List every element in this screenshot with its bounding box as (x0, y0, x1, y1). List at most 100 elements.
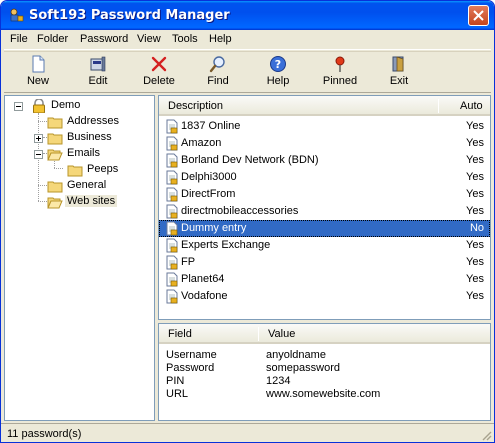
status-bar: 11 password(s) (1, 423, 494, 442)
close-button[interactable] (468, 5, 489, 26)
menu-file[interactable]: File (10, 33, 28, 45)
edit-icon (90, 56, 106, 72)
password-entry-icon (166, 119, 178, 134)
password-row[interactable]: directmobileaccessories Yes (159, 203, 490, 220)
tree-item-label: Business (67, 131, 112, 143)
details-panel: Field Value Username anyoldname Password so… (158, 323, 491, 421)
resize-grip-icon[interactable] (480, 429, 492, 441)
folder-icon (47, 133, 63, 145)
password-entry-icon (166, 238, 178, 253)
password-row[interactable]: Amazon Yes (159, 135, 490, 152)
row-description: 1837 Online (181, 120, 241, 132)
menu-help[interactable]: Help (209, 33, 232, 45)
detail-row: URL www.somewebsite.com (159, 388, 490, 401)
detail-field: PIN (166, 375, 185, 387)
password-entry-icon (166, 187, 178, 202)
column-description[interactable]: Description (168, 100, 223, 112)
password-row[interactable]: DirectFrom Yes (159, 186, 490, 203)
row-description: Experts Exchange (181, 239, 271, 251)
tree-item-general[interactable]: General (5, 178, 154, 194)
detail-value[interactable]: somepassword (266, 362, 340, 374)
tree-item-web-sites[interactable]: Web sites (5, 194, 154, 210)
menu-folder[interactable]: Folder (37, 33, 68, 45)
tree-item-label: General (67, 179, 107, 191)
password-row[interactable]: Dummy entry No (159, 220, 490, 237)
menu-view[interactable]: View (137, 33, 161, 45)
folder-icon (47, 117, 63, 129)
detail-value[interactable]: 1234 (266, 375, 290, 387)
password-row[interactable]: Planet64 Yes (159, 271, 490, 288)
password-row[interactable]: 1837 Online Yes (159, 118, 490, 135)
expand-icon[interactable] (34, 134, 43, 143)
row-auto: Yes (466, 154, 484, 166)
pin-icon (335, 56, 345, 72)
app-icon (10, 8, 24, 22)
detail-field: Username (166, 349, 217, 361)
row-description: Vodafone (181, 290, 228, 302)
tree-item-emails[interactable]: Emails (5, 146, 154, 162)
password-row[interactable]: Delphi3000 Yes (159, 169, 490, 186)
menu-bar: File Folder Password View Tools Help (4, 30, 491, 50)
toolbar: New Edit Delete Find ? Help Pinned Exit (4, 51, 491, 93)
row-auto: Yes (466, 239, 484, 251)
tree-item-business[interactable]: Business (5, 130, 154, 146)
tree-item-label: Emails (67, 147, 101, 159)
edit-button[interactable]: Edit (78, 54, 118, 90)
tree-item-label: Demo (51, 99, 81, 111)
detail-row: Username anyoldname (159, 349, 490, 362)
exit-button[interactable]: Exit (379, 54, 419, 90)
pinned-button[interactable]: Pinned (318, 54, 362, 90)
detail-value[interactable]: www.somewebsite.com (266, 388, 380, 400)
help-button[interactable]: ? Help (258, 54, 298, 90)
details-header: Field Value (159, 324, 490, 344)
row-description: directmobileaccessories (181, 205, 299, 217)
password-entry-icon (166, 272, 178, 287)
detail-field: URL (166, 388, 189, 400)
list-header: Description Auto (159, 96, 490, 116)
menu-tools[interactable]: Tools (172, 33, 198, 45)
main-window: Soft193 Password Manager File Folder Pas… (0, 0, 495, 443)
find-icon (209, 56, 225, 73)
tree-item-addresses[interactable]: Addresses (5, 114, 154, 130)
row-auto: No (469, 222, 484, 234)
detail-row: PIN 1234 (159, 375, 490, 388)
folder-tree[interactable]: Demo Addresses Business Emails Peeps Gen… (4, 95, 155, 421)
collapse-icon[interactable] (14, 102, 23, 111)
password-row[interactable]: Experts Exchange Yes (159, 237, 490, 254)
delete-icon (151, 56, 167, 72)
title-bar[interactable]: Soft193 Password Manager (1, 1, 494, 30)
tree-item-demo[interactable]: Demo (5, 98, 154, 114)
column-value[interactable]: Value (268, 328, 295, 340)
row-auto: Yes (466, 137, 484, 149)
new-document-icon (32, 55, 45, 73)
exit-icon (392, 56, 404, 72)
detail-field: Password (166, 362, 215, 374)
collapse-icon[interactable] (34, 150, 43, 159)
close-icon (473, 10, 484, 21)
find-button[interactable]: Find (198, 54, 238, 90)
column-field[interactable]: Field (168, 328, 192, 340)
password-list[interactable]: Description Auto 1837 Online Yes Amazon Yes… (158, 95, 491, 320)
row-description: Planet64 (181, 273, 225, 285)
tree-item-peeps[interactable]: Peeps (5, 162, 154, 178)
password-entry-icon (166, 136, 178, 151)
row-description: DirectFrom (181, 188, 236, 200)
password-entry-icon (166, 221, 178, 236)
column-auto[interactable]: Auto (460, 100, 483, 112)
new-button[interactable]: New (18, 54, 58, 90)
lock-icon (33, 99, 45, 113)
row-description: Borland Dev Network (BDN) (181, 154, 319, 166)
password-entry-icon (166, 170, 178, 185)
detail-value[interactable]: anyoldname (266, 349, 326, 361)
password-entry-icon (166, 204, 178, 219)
password-row[interactable]: Vodafone Yes (159, 288, 490, 305)
row-auto: Yes (466, 273, 484, 285)
help-icon: ? (270, 56, 286, 72)
row-auto: Yes (466, 188, 484, 200)
tree-item-label: Addresses (67, 115, 119, 127)
svg-text:?: ? (275, 58, 281, 71)
delete-button[interactable]: Delete (137, 54, 181, 90)
password-row[interactable]: FP Yes (159, 254, 490, 271)
password-row[interactable]: Borland Dev Network (BDN) Yes (159, 152, 490, 169)
menu-password[interactable]: Password (80, 33, 128, 45)
